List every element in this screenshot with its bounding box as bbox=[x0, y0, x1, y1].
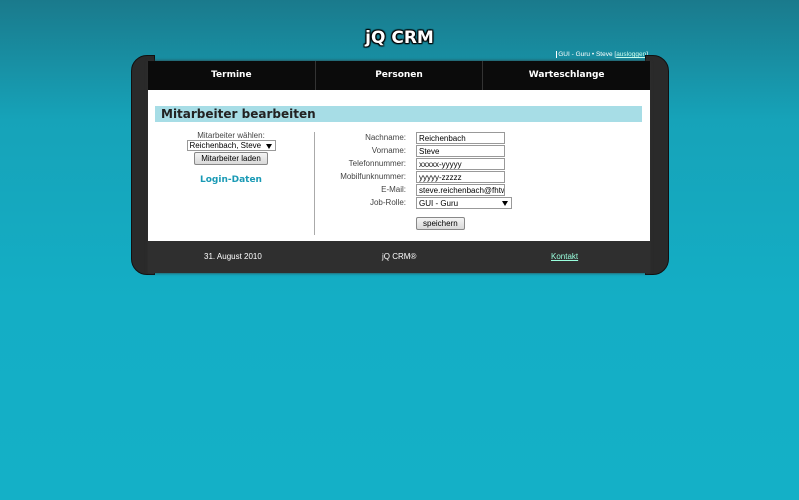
user-role: GUI - Guru bbox=[558, 51, 591, 59]
form-row-mobil: Mobilfunknummer: yyyyy-zzzzz bbox=[316, 171, 646, 184]
email-label: E-Mail: bbox=[381, 185, 406, 194]
app-title: jQ CRM bbox=[365, 28, 434, 48]
form-row-telefon: Telefonnummer: xxxxx-yyyyy bbox=[316, 158, 646, 171]
chevron-down-icon bbox=[502, 201, 508, 206]
lastname-label: Nachname: bbox=[365, 133, 406, 142]
employee-select[interactable]: Reichenbach, Steve bbox=[186, 140, 276, 151]
jobrole-label: Job-Rolle: bbox=[369, 198, 406, 207]
employee-select-value: Reichenbach, Steve bbox=[189, 141, 262, 150]
main-panel: Termine Personen Warteschlange Mitarbeit… bbox=[148, 61, 650, 273]
employee-select-label: Mitarbeiter wählen: bbox=[197, 131, 265, 140]
form-row-email: E-Mail: steve.reichenbach@fhtw bbox=[316, 184, 646, 197]
firstname-input[interactable]: Steve bbox=[416, 145, 505, 157]
footer: 31. August 2010 jQ CRM® Kontakt bbox=[148, 241, 650, 273]
form-row-vorname: Vorname: Steve bbox=[316, 145, 646, 158]
nav-item-warteschlange[interactable]: Warteschlange bbox=[483, 61, 650, 90]
employee-picker: Mitarbeiter wählen: Reichenbach, Steve M… bbox=[148, 131, 314, 185]
mobile-input[interactable]: yyyyy-zzzzz bbox=[416, 171, 505, 183]
jobrole-select[interactable]: GUI - Guru bbox=[416, 197, 512, 209]
load-employee-button[interactable]: Mitarbeiter laden bbox=[194, 152, 268, 165]
phone-input[interactable]: xxxxx-yyyyy bbox=[416, 158, 505, 170]
firstname-label: Vorname: bbox=[371, 146, 406, 155]
main-nav: Termine Personen Warteschlange bbox=[148, 61, 650, 90]
login-data-link[interactable]: Login-Daten bbox=[148, 175, 314, 185]
page-title: Mitarbeiter bearbeiten bbox=[155, 106, 642, 122]
user-bar: GUI - Guru • Steve [ausloggen] bbox=[556, 51, 648, 59]
phone-label: Telefonnummer: bbox=[348, 159, 406, 168]
bullet-icon: • bbox=[591, 51, 595, 59]
chevron-down-icon bbox=[265, 144, 272, 149]
nav-item-termine[interactable]: Termine bbox=[148, 61, 316, 90]
email-input[interactable]: steve.reichenbach@fhtw bbox=[416, 184, 505, 196]
jobrole-select-value: GUI - Guru bbox=[419, 199, 459, 208]
contact-link[interactable]: Kontakt bbox=[551, 252, 578, 261]
form-row-jobrolle: Job-Rolle: GUI - Guru bbox=[316, 197, 646, 210]
save-button[interactable]: speichern bbox=[416, 217, 465, 230]
user-name: Steve bbox=[595, 51, 613, 59]
nav-item-personen[interactable]: Personen bbox=[316, 61, 484, 90]
logout-link[interactable]: ausloggen bbox=[616, 51, 646, 58]
lastname-input[interactable]: Reichenbach bbox=[416, 132, 505, 144]
mobile-label: Mobilfunknummer: bbox=[340, 172, 406, 181]
form-row-nachname: Nachname: Reichenbach bbox=[316, 132, 646, 145]
footer-brand: jQ CRM® bbox=[382, 252, 417, 261]
footer-date: 31. August 2010 bbox=[204, 252, 262, 261]
